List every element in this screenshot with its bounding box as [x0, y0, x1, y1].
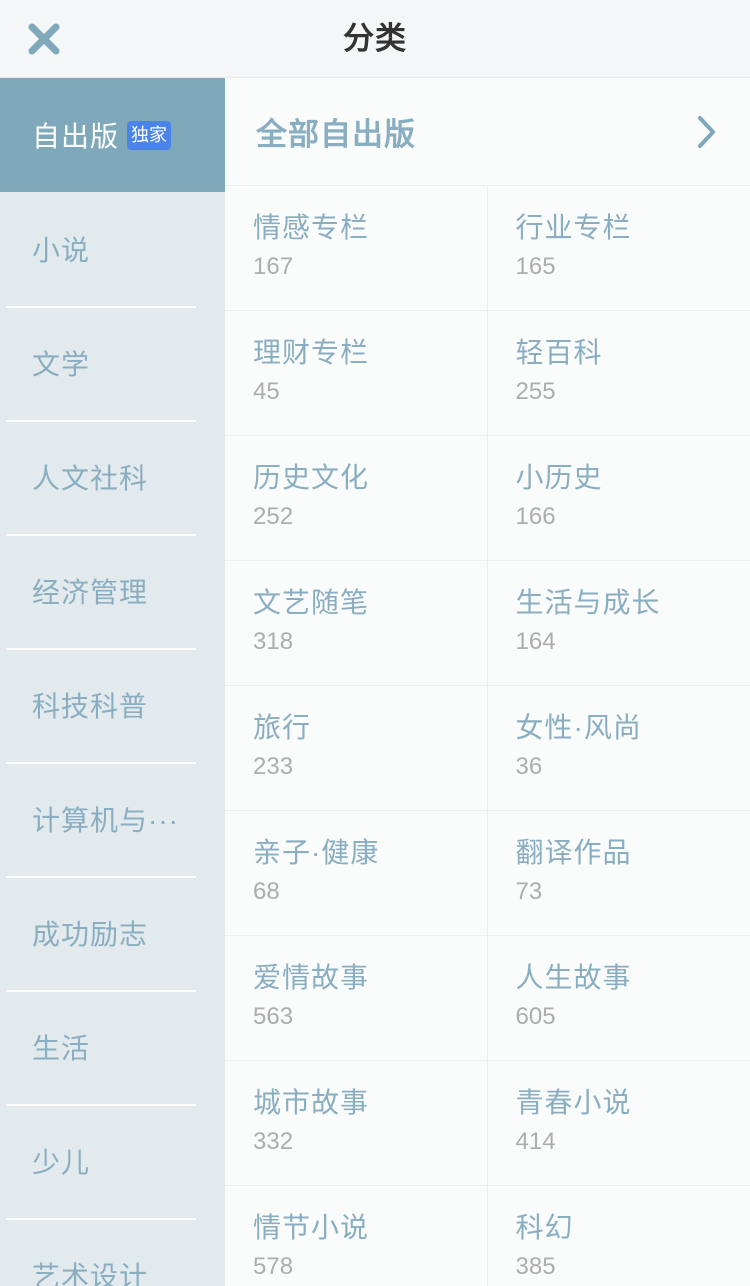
sidebar-item-label: 人文社科 — [32, 463, 149, 494]
subcategory-cell[interactable]: 文艺随笔 318 — [225, 561, 488, 686]
subcategory-cell[interactable]: 情节小说 578 — [225, 1186, 488, 1286]
content-header-row[interactable]: 全部自出版 — [225, 78, 750, 186]
subcategory-title: 历史文化 — [253, 462, 370, 493]
subcategory-title: 行业专栏 — [515, 212, 632, 243]
close-icon — [22, 17, 66, 61]
category-screen: 分类 自出版 独家小说文学人文社科经济管理科技科普计算机与··· 成功励志生活少儿艺… — [0, 0, 750, 1286]
top-bar: 分类 — [0, 0, 750, 78]
subcategory-cell[interactable]: 翻译作品 73 — [487, 811, 750, 936]
sidebar-item-5[interactable]: 科技科普 — [0, 648, 225, 762]
sidebar-item-label: 少儿 — [32, 1147, 91, 1178]
sidebar-item-label: 艺术设计 — [32, 1261, 149, 1286]
sidebar-item-label: 文学 — [32, 349, 91, 380]
sidebar-item-6[interactable]: 计算机与··· — [0, 762, 225, 876]
subcategory-cell[interactable]: 青春小说 414 — [487, 1061, 750, 1186]
subcategory-title: 情感专栏 — [253, 212, 370, 243]
sidebar-item-4[interactable]: 经济管理 — [0, 534, 225, 648]
page-title: 分类 — [343, 20, 407, 56]
subcategory-count: 45 — [253, 378, 280, 406]
subcategory-title: 生活与成长 — [515, 587, 661, 618]
sidebar-item-2[interactable]: 文学 — [0, 306, 225, 420]
subcategory-count: 578 — [253, 1253, 294, 1281]
subcategory-count: 233 — [253, 753, 294, 781]
subcategory-title: 旅行 — [253, 712, 312, 743]
subcategory-title: 文艺随笔 — [253, 587, 370, 618]
sidebar-item-label: 经济管理 — [32, 577, 149, 608]
subcategory-title: 城市故事 — [253, 1087, 370, 1118]
sidebar-item-3[interactable]: 人文社科 — [0, 420, 225, 534]
subcategory-title: 轻百科 — [515, 337, 603, 368]
subcategory-count: 164 — [515, 628, 556, 656]
sidebar-item-label: 科技科普 — [32, 691, 149, 722]
sidebar-item-0[interactable]: 自出版 独家 — [0, 78, 225, 192]
content-header-title: 全部自出版 — [256, 117, 416, 152]
subcategory-count: 332 — [253, 1128, 294, 1156]
subcategory-cell[interactable]: 情感专栏 167 — [225, 186, 488, 311]
subcategory-cell[interactable]: 行业专栏 165 — [487, 186, 750, 311]
sidebar-item-label: 成功励志 — [32, 919, 149, 950]
subcategory-count: 605 — [515, 1003, 556, 1031]
subcategory-title: 亲子·健康 — [253, 837, 380, 868]
subcategory-count: 563 — [253, 1003, 294, 1031]
subcategory-cell[interactable]: 爱情故事 563 — [225, 936, 488, 1061]
subcategory-cell[interactable]: 城市故事 332 — [225, 1061, 488, 1186]
subcategory-cell[interactable]: 生活与成长 164 — [487, 561, 750, 686]
subcategory-count: 414 — [515, 1128, 556, 1156]
subcategory-count: 255 — [515, 378, 556, 406]
subcategory-cell[interactable]: 理财专栏 45 — [225, 311, 488, 436]
subcategory-cell[interactable]: 人生故事 605 — [487, 936, 750, 1061]
subcategory-count: 166 — [515, 503, 556, 531]
subcategory-grid: 情感专栏 167 行业专栏 165 理财专栏 45 轻百科 255 历史文化 252 小历史 166 文… — [225, 186, 750, 1286]
category-sidebar[interactable]: 自出版 独家小说文学人文社科经济管理科技科普计算机与··· 成功励志生活少儿艺术设计 — [0, 78, 225, 1286]
subcategory-cell[interactable]: 科幻 385 — [487, 1186, 750, 1286]
subcategory-cell[interactable]: 亲子·健康 68 — [225, 811, 488, 936]
subcategory-count: 167 — [253, 253, 294, 281]
chevron-right-icon[interactable] — [692, 112, 722, 152]
sidebar-item-1[interactable]: 小说 — [0, 192, 225, 306]
subcategory-title: 翻译作品 — [515, 837, 632, 868]
subcategory-count: 36 — [515, 753, 543, 781]
subcategory-title: 小历史 — [515, 462, 603, 493]
category-content: 全部自出版 情感专栏 167 行业专栏 165 理财专栏 45 轻百科 255 历史文化 252 小… — [225, 78, 750, 1286]
sidebar-item-label: 计算机与··· — [32, 805, 179, 836]
sidebar-item-9[interactable]: 少儿 — [0, 1104, 225, 1218]
close-button[interactable] — [0, 0, 88, 78]
subcategory-count: 385 — [515, 1253, 556, 1281]
subcategory-count: 165 — [515, 253, 556, 281]
subcategory-title: 理财专栏 — [253, 337, 370, 368]
sidebar-item-10[interactable]: 艺术设计 — [0, 1218, 225, 1286]
subcategory-title: 科幻 — [515, 1212, 574, 1243]
subcategory-cell[interactable]: 女性·风尚 36 — [487, 686, 750, 811]
exclusive-badge: 独家 — [127, 120, 172, 150]
sidebar-item-label: 生活 — [32, 1033, 91, 1064]
subcategory-cell[interactable]: 小历史 166 — [487, 436, 750, 561]
sidebar-item-8[interactable]: 生活 — [0, 990, 225, 1104]
subcategory-count: 73 — [515, 878, 543, 906]
subcategory-cell[interactable]: 历史文化 252 — [225, 436, 488, 561]
subcategory-title: 青春小说 — [515, 1087, 632, 1118]
sidebar-item-label: 小说 — [32, 235, 91, 266]
sidebar-item-label: 自出版 — [32, 121, 120, 152]
subcategory-title: 爱情故事 — [253, 962, 370, 993]
subcategory-title: 女性·风尚 — [515, 712, 642, 743]
subcategory-count: 252 — [253, 503, 294, 531]
subcategory-count: 68 — [253, 878, 280, 906]
subcategory-count: 318 — [253, 628, 294, 656]
subcategory-title: 情节小说 — [253, 1212, 370, 1243]
subcategory-cell[interactable]: 旅行 233 — [225, 686, 488, 811]
body-split: 自出版 独家小说文学人文社科经济管理科技科普计算机与··· 成功励志生活少儿艺术设计… — [0, 78, 750, 1286]
sidebar-item-7[interactable]: 成功励志 — [0, 876, 225, 990]
subcategory-cell[interactable]: 轻百科 255 — [487, 311, 750, 436]
subcategory-title: 人生故事 — [515, 962, 632, 993]
